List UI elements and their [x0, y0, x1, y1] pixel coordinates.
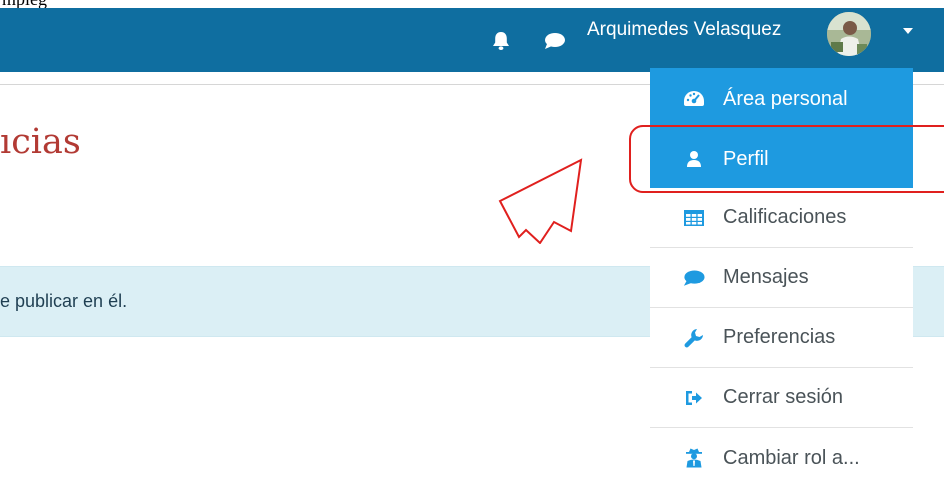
caption-text: mpleg	[2, 0, 47, 8]
menu-item-label: Cambiar rol a...	[723, 446, 860, 469]
dashboard-icon	[683, 88, 705, 110]
chevron-down-icon[interactable]	[903, 28, 913, 34]
user-name[interactable]: Arquimedes Velasquez	[587, 19, 781, 41]
callout-arrow-icon	[498, 158, 583, 244]
menu-item-label: Cerrar sesión	[723, 386, 844, 408]
user-secret-icon	[683, 447, 705, 469]
perfil-highlight-box	[629, 125, 944, 193]
bell-icon[interactable]	[490, 30, 512, 52]
menu-item-preferencias[interactable]: Preferencias	[650, 308, 913, 368]
menu-item-label: Calificaciones	[723, 206, 847, 228]
avatar[interactable]	[827, 12, 871, 56]
menu-item-mensajes[interactable]: Mensajes	[650, 248, 913, 308]
chat-bubble-icon[interactable]	[544, 30, 566, 52]
caption-strip: mpleg	[0, 0, 944, 8]
wrench-icon	[683, 327, 705, 349]
page-title: ıcias	[0, 122, 81, 162]
menu-item-label: Área personal	[723, 87, 848, 110]
sign-out-icon	[683, 387, 705, 409]
top-navbar: Arquimedes Velasquez	[0, 8, 944, 72]
table-icon	[683, 207, 705, 229]
info-alert-text: e publicar en él.	[0, 291, 128, 311]
chat-bubble-icon	[683, 267, 705, 289]
menu-item-cerrar-sesion[interactable]: Cerrar sesión	[650, 368, 913, 428]
menu-item-area-personal[interactable]: Área personal	[650, 68, 913, 130]
menu-item-cambiar-rol[interactable]: Cambiar rol a...	[650, 428, 913, 488]
menu-item-calificaciones[interactable]: Calificaciones	[650, 188, 913, 248]
menu-item-label: Mensajes	[723, 266, 809, 288]
menu-item-label: Preferencias	[723, 326, 836, 348]
